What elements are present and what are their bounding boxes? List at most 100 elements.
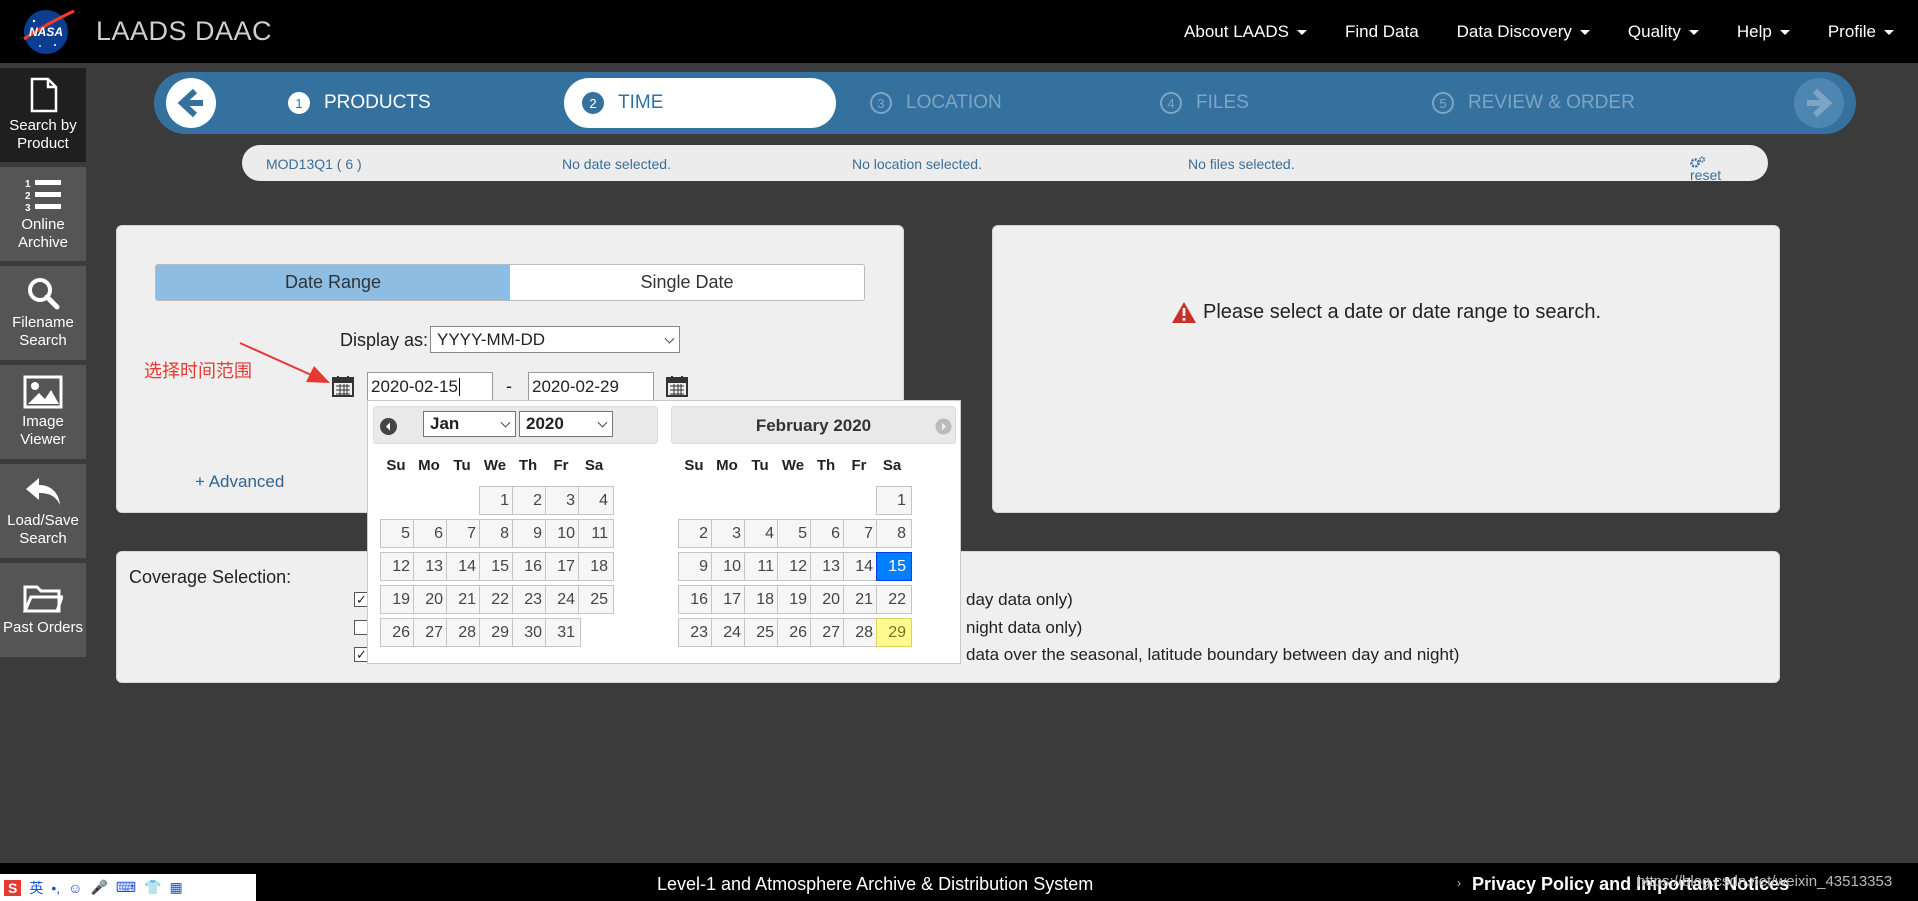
calendar-day[interactable]: 16 (512, 552, 548, 581)
calendar-day[interactable]: 27 (413, 618, 449, 647)
step-products[interactable]: 1 PRODUCTS (288, 78, 431, 128)
calendar-day[interactable]: 29 (876, 618, 912, 647)
step-review-order[interactable]: 5 REVIEW & ORDER (1432, 78, 1635, 128)
calendar-day[interactable]: 18 (578, 552, 614, 581)
calendar-day[interactable]: 8 (876, 519, 912, 548)
calendar-day[interactable]: 15 (479, 552, 515, 581)
calendar-day[interactable]: 14 (446, 552, 482, 581)
ime-punct-icon[interactable]: •, (51, 880, 60, 896)
calendar-day[interactable]: 10 (711, 552, 747, 581)
date-format-select[interactable]: YYYY-MM-DD (430, 326, 680, 353)
calendar-day[interactable]: 30 (512, 618, 548, 647)
calendar-day[interactable]: 6 (810, 519, 846, 548)
ime-logo-icon[interactable]: S (4, 879, 22, 896)
summary-date[interactable]: No date selected. (562, 156, 671, 172)
nav-quality[interactable]: Quality (1628, 22, 1699, 42)
calendar-day[interactable]: 5 (380, 519, 416, 548)
calendar-day[interactable]: 24 (545, 585, 581, 614)
calendar-icon[interactable] (332, 375, 354, 402)
nav-about-laads[interactable]: About LAADS (1184, 22, 1307, 42)
calendar-day[interactable]: 17 (711, 585, 747, 614)
calendar-day[interactable]: 1 (876, 486, 912, 515)
ime-emoji-icon[interactable]: ☺ (68, 880, 82, 896)
next-step-button[interactable] (1794, 78, 1844, 128)
reset-button[interactable]: reset (1690, 156, 1721, 183)
calendar-day[interactable]: 20 (413, 585, 449, 614)
summary-product[interactable]: MOD13Q1 ( 6 ) (266, 156, 362, 172)
ime-voice-icon[interactable]: 🎤 (90, 879, 107, 896)
calendar-day[interactable]: 16 (678, 585, 714, 614)
calendar-day[interactable]: 8 (479, 519, 515, 548)
calendar-day[interactable]: 22 (479, 585, 515, 614)
calendar-day[interactable]: 28 (843, 618, 879, 647)
month-select[interactable]: Jan (423, 411, 516, 437)
calendar-day[interactable]: 7 (843, 519, 879, 548)
calendar-day[interactable]: 22 (876, 585, 912, 614)
calendar-day[interactable]: 27 (810, 618, 846, 647)
calendar-day[interactable]: 26 (380, 618, 416, 647)
calendar-day[interactable]: 17 (545, 552, 581, 581)
sidebar-item-image-viewer[interactable]: Image Viewer (0, 365, 86, 459)
step-location[interactable]: 3 LOCATION (870, 78, 1002, 128)
calendar-day[interactable]: 6 (413, 519, 449, 548)
sidebar-item-past-orders[interactable]: Past Orders (0, 563, 86, 657)
nav-profile[interactable]: Profile (1828, 22, 1894, 42)
calendar-day[interactable]: 21 (843, 585, 879, 614)
calendar-day[interactable]: 1 (479, 486, 515, 515)
tab-date-range[interactable]: Date Range (156, 265, 510, 300)
calendar-day[interactable]: 29 (479, 618, 515, 647)
sidebar-item-search-by-product[interactable]: Search by Product (0, 68, 86, 162)
nav-find-data[interactable]: Find Data (1345, 22, 1419, 42)
site-brand[interactable]: LAADS DAAC (96, 16, 272, 47)
calendar-day[interactable]: 26 (777, 618, 813, 647)
calendar-day[interactable]: 2 (678, 519, 714, 548)
calendar-day[interactable]: 25 (578, 585, 614, 614)
calendar-day[interactable]: 11 (578, 519, 614, 548)
calendar-day[interactable]: 19 (777, 585, 813, 614)
ime-menu-icon[interactable]: ▦ (170, 879, 183, 896)
previous-step-button[interactable] (166, 78, 216, 128)
calendar-day[interactable]: 9 (512, 519, 548, 548)
calendar-day[interactable]: 9 (678, 552, 714, 581)
calendar-day[interactable]: 18 (744, 585, 780, 614)
summary-location[interactable]: No location selected. (852, 156, 982, 172)
calendar-day[interactable]: 23 (512, 585, 548, 614)
calendar-day[interactable]: 13 (810, 552, 846, 581)
calendar-icon[interactable] (666, 375, 688, 402)
prev-month-button[interactable] (380, 418, 397, 435)
calendar-day[interactable]: 2 (512, 486, 548, 515)
calendar-day[interactable]: 7 (446, 519, 482, 548)
calendar-day[interactable]: 5 (777, 519, 813, 548)
calendar-day[interactable]: 4 (744, 519, 780, 548)
calendar-day[interactable]: 12 (777, 552, 813, 581)
step-files[interactable]: 4 FILES (1160, 78, 1249, 128)
end-date-input[interactable]: 2020-02-29 (528, 372, 654, 402)
calendar-day[interactable]: 23 (678, 618, 714, 647)
sidebar-item-load-save-search[interactable]: Load/Save Search (0, 464, 86, 558)
summary-files[interactable]: No files selected. (1188, 156, 1295, 172)
calendar-day[interactable]: 20 (810, 585, 846, 614)
calendar-day[interactable]: 13 (413, 552, 449, 581)
calendar-day[interactable]: 21 (446, 585, 482, 614)
year-select[interactable]: 2020 (519, 411, 613, 437)
calendar-day[interactable]: 14 (843, 552, 879, 581)
ime-lang-toggle[interactable]: 英 (29, 878, 43, 898)
calendar-day[interactable]: 12 (380, 552, 416, 581)
start-date-input[interactable]: 2020-02-15 (367, 372, 493, 402)
calendar-day[interactable]: 28 (446, 618, 482, 647)
calendar-day[interactable]: 3 (545, 486, 581, 515)
ime-keyboard-icon[interactable]: ⌨ (116, 879, 136, 896)
calendar-day[interactable]: 3 (711, 519, 747, 548)
sidebar-item-online-archive[interactable]: 123 Online Archive (0, 167, 86, 261)
calendar-day[interactable]: 11 (744, 552, 780, 581)
calendar-day[interactable]: 15 (876, 552, 912, 581)
calendar-day[interactable]: 25 (744, 618, 780, 647)
ime-skin-icon[interactable]: 👕 (144, 879, 161, 896)
nav-help[interactable]: Help (1737, 22, 1790, 42)
calendar-day[interactable]: 19 (380, 585, 416, 614)
nasa-logo[interactable]: NASA (20, 5, 76, 57)
calendar-day[interactable]: 31 (545, 618, 581, 647)
calendar-day[interactable]: 10 (545, 519, 581, 548)
next-month-button[interactable] (935, 418, 952, 435)
sidebar-item-filename-search[interactable]: Filename Search (0, 266, 86, 360)
